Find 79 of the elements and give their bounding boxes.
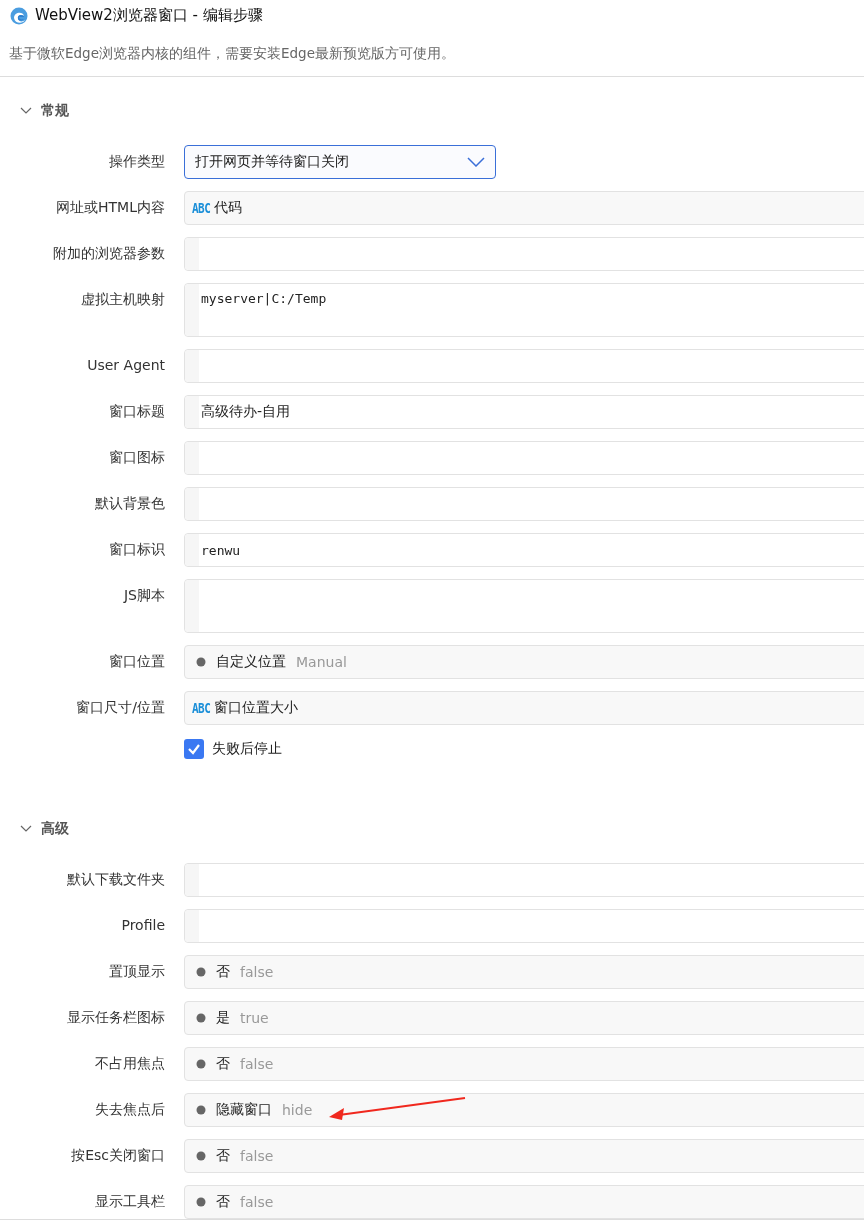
field-label: 网址或HTML内容: [55, 198, 166, 217]
input-field[interactable]: [184, 349, 864, 383]
window-title: WebView2浏览器窗口 - 编辑步骤: [35, 6, 263, 25]
option-value: 否: [216, 1147, 230, 1165]
field-value: 代码: [214, 199, 243, 217]
option-field[interactable]: 隐藏窗口 hide: [184, 1093, 864, 1127]
field-label: Profile: [120, 916, 166, 935]
field-label: 失去焦点后: [94, 1100, 166, 1119]
type-label: ABC: [192, 700, 211, 716]
dot-icon: [196, 967, 206, 977]
field-value: 窗口位置大小: [214, 699, 299, 717]
option-hint: hide: [282, 1102, 313, 1118]
option-value: 否: [216, 963, 230, 981]
dot-icon: [196, 1151, 206, 1161]
input-field[interactable]: renwu: [184, 533, 864, 567]
field-label: 窗口标题: [108, 402, 166, 421]
input-field[interactable]: myserver|C:/Temp: [184, 283, 864, 337]
field-label: 不占用焦点: [94, 1054, 166, 1073]
option-hint: false: [240, 1194, 274, 1210]
type-label: ABC: [192, 200, 211, 216]
input-field[interactable]: [184, 237, 864, 271]
option-field[interactable]: 是 true: [184, 1001, 864, 1035]
description-text: 基于微软Edge浏览器内核的组件，需要安装Edge最新预览版方可使用。: [8, 45, 456, 63]
field-label: 按Esc关闭窗口: [70, 1146, 166, 1165]
dot-icon: [196, 1013, 206, 1023]
option-field[interactable]: 否 false: [184, 1047, 864, 1081]
checkbox-label: 失败后停止: [212, 740, 282, 758]
field-label: 默认背景色: [94, 494, 166, 513]
option-value: 否: [216, 1055, 230, 1073]
option-value: 自定义位置: [216, 653, 286, 671]
field-label: 窗口尺寸/位置: [75, 698, 166, 717]
field-label: User Agent: [86, 356, 166, 375]
checkbox[interactable]: [184, 739, 204, 759]
option-hint: Manual: [296, 654, 347, 670]
dot-icon: [196, 1197, 206, 1207]
option-field[interactable]: 否 false: [184, 955, 864, 989]
input-field[interactable]: [184, 863, 864, 897]
field-label: 虚拟主机映射: [80, 290, 166, 309]
chevron-icon[interactable]: [20, 825, 32, 833]
field-value: 高级待办-自用: [200, 403, 291, 421]
expression-field[interactable]: ABC 代码: [184, 191, 864, 225]
caret-icon: [467, 157, 485, 167]
field-label: 窗口标识: [108, 540, 166, 559]
field-label: 附加的浏览器参数: [52, 244, 166, 263]
option-field[interactable]: 否 false: [184, 1185, 864, 1219]
section-title: 高级: [41, 820, 69, 838]
field-label: 显示任务栏图标: [66, 1008, 166, 1027]
expression-field[interactable]: ABC 窗口位置大小: [184, 691, 864, 725]
chevron-icon[interactable]: [20, 107, 32, 115]
input-field[interactable]: [184, 487, 864, 521]
option-hint: false: [240, 1148, 274, 1164]
input-field[interactable]: [184, 441, 864, 475]
field-value: myserver|C:/Temp: [200, 291, 327, 306]
section-title: 常规: [41, 102, 69, 120]
field-label: JS脚本: [122, 586, 166, 605]
option-value: 是: [216, 1009, 230, 1027]
option-value: 否: [216, 1193, 230, 1211]
option-hint: false: [240, 964, 274, 980]
dot-icon: [196, 657, 206, 667]
field-label: 操作类型: [108, 152, 166, 171]
option-hint: false: [240, 1056, 274, 1072]
app-logo-icon: [10, 6, 28, 25]
field-value: renwu: [200, 542, 241, 558]
dot-icon: [196, 1059, 206, 1069]
input-field[interactable]: [184, 909, 864, 943]
option-value: 隐藏窗口: [216, 1101, 272, 1119]
dot-icon: [196, 1105, 206, 1115]
field-label: 显示工具栏: [94, 1192, 166, 1211]
field-label: 置顶显示: [108, 962, 166, 981]
field-label: 窗口图标: [108, 448, 166, 467]
input-field[interactable]: 高级待办-自用: [184, 395, 864, 429]
option-field[interactable]: 自定义位置 Manual: [184, 645, 864, 679]
dropdown[interactable]: 打开网页并等待窗口关闭: [184, 145, 496, 179]
input-field[interactable]: [184, 579, 864, 633]
option-hint: true: [240, 1010, 269, 1026]
field-label: 默认下载文件夹: [66, 870, 166, 889]
dropdown-value: 打开网页并等待窗口关闭: [195, 153, 349, 171]
option-field[interactable]: 否 false: [184, 1139, 864, 1173]
field-label: 窗口位置: [108, 652, 166, 671]
